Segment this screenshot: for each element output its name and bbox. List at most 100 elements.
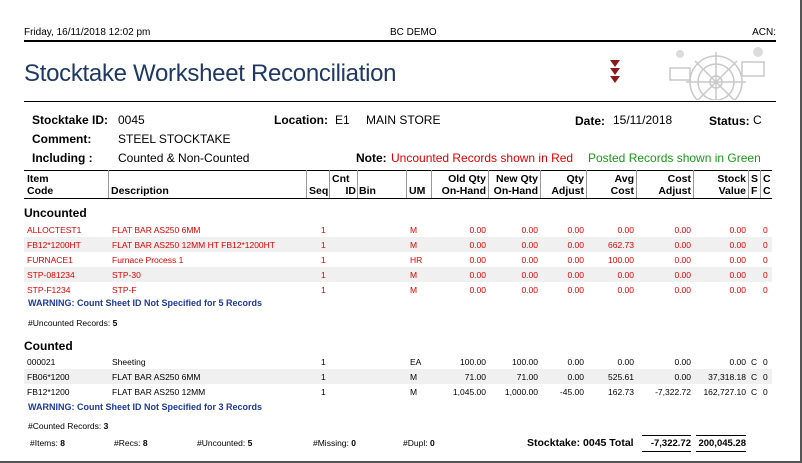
cell-code: STP-F1234 <box>27 285 71 295</box>
cell-new: 0.00 <box>521 285 538 295</box>
cell-cc: 0 <box>763 270 768 280</box>
cell-avg: 100.00 <box>608 255 634 265</box>
status-value: C <box>753 113 762 127</box>
col-divider <box>306 170 307 198</box>
cell-old: 71.00 <box>464 372 486 382</box>
cell-val: 0.00 <box>729 240 746 250</box>
table-row: STP-F1234 STP-F 1 M 0.00 0.00 0.00 0.00 0.00 0.00… <box>24 282 772 297</box>
cell-desc: STP-F <box>112 285 137 295</box>
cell-adj: 0.00 <box>567 357 584 367</box>
cell-seq: 1 <box>321 255 326 265</box>
col-header-cc: CC <box>763 173 771 197</box>
cell-old: 1,045.00 <box>452 387 486 397</box>
cell-cc: 0 <box>763 285 768 295</box>
cell-adj: 0.00 <box>567 255 584 265</box>
cell-new: 100.00 <box>512 357 538 367</box>
note-uncounted-red: Uncounted Records shown in Red <box>391 151 574 165</box>
footer-recs: #Recs: 8 <box>114 438 148 448</box>
cell-adj: 0.00 <box>567 372 584 382</box>
cell-desc: Sheeting <box>112 357 146 367</box>
col-header-old-qty: Old Qty On-Hand <box>441 173 486 197</box>
acn-label: ACN: <box>752 27 776 38</box>
cell-avg: 662.73 <box>608 240 634 250</box>
col-divider <box>108 170 109 198</box>
col-divider <box>329 170 330 198</box>
including-label: Including : <box>32 151 93 165</box>
cell-avg: 0.00 <box>617 270 634 280</box>
cell-new: 0.00 <box>521 255 538 265</box>
cell-val: 0.00 <box>729 270 746 280</box>
footer-uncounted: #Uncounted: 5 <box>197 438 253 448</box>
cell-avg: 0.00 <box>617 225 634 235</box>
cell-seq: 1 <box>321 387 326 397</box>
cell-desc: FLAT BAR AS250 6MM <box>112 372 201 382</box>
cell-seq: 1 <box>321 270 326 280</box>
table-header-bottom-rule <box>24 198 772 199</box>
note-posted-green: Posted Records shown in Green <box>588 151 761 165</box>
cell-code: STP-081234 <box>27 270 75 280</box>
note-label: Note: <box>356 151 387 165</box>
company-name: BC DEMO <box>390 27 437 38</box>
cell-code: ALLOCTEST1 <box>27 225 82 235</box>
cell-s: C <box>751 357 758 367</box>
cell-new: 0.00 <box>521 225 538 235</box>
cell-um: M <box>410 270 418 280</box>
cell-s: C <box>751 387 758 397</box>
table-row: ALLOCTEST1 FLAT BAR AS250 6MM 1 M 0.00 0.00 0.… <box>24 222 772 237</box>
table-row: STP-081234 STP-30 1 M 0.00 0.00 0.00 0.00 0.00 0.… <box>24 267 772 282</box>
cell-code: 000021 <box>27 357 56 367</box>
total-double-rule <box>696 451 746 452</box>
date-label: Date: <box>575 114 606 128</box>
location-code: E1 <box>335 113 350 127</box>
cell-val: 0.00 <box>729 285 746 295</box>
total-double-rule <box>642 451 691 452</box>
cell-code: FB12*1200HT <box>27 240 81 250</box>
cell-cadj: 0.00 <box>674 225 691 235</box>
cell-val: 162,727.10 <box>703 387 746 397</box>
cell-new: 71.00 <box>516 372 538 382</box>
cell-avg: 0.00 <box>617 357 634 367</box>
table-row: FB06*1200 FLAT BAR AS250 6MM 1 M 71.00 71.00 0… <box>24 369 772 384</box>
counted-warning: WARNING: Count Sheet ID Not Specified fo… <box>28 402 263 412</box>
cell-cadj: -7,322.72 <box>655 387 691 397</box>
cell-old: 0.00 <box>469 225 486 235</box>
cell-cadj: 0.00 <box>674 255 691 265</box>
col-header-um: UM <box>409 185 426 197</box>
total-cost-adjust: -7,322.72 <box>650 438 691 449</box>
cell-new: 0.00 <box>521 240 538 250</box>
uncounted-records-count: #Uncounted Records: 5 <box>28 318 118 328</box>
cell-adj: 0.00 <box>567 225 584 235</box>
cell-um: M <box>410 387 418 397</box>
table-header-top-rule <box>24 170 772 171</box>
report-datetime: Friday, 16/11/2018 12:02 pm <box>24 27 151 38</box>
cell-desc: FLAT BAR AS250 12MM <box>112 387 206 397</box>
col-header-avg-cost: Avg Cost <box>610 173 634 197</box>
col-header-seq: Seq <box>309 185 329 197</box>
cell-cadj: 0.00 <box>674 357 691 367</box>
cell-val: 37,318.18 <box>708 372 746 382</box>
footer-items: #Items: 8 <box>30 438 65 448</box>
col-header-bin: Bin <box>359 185 376 197</box>
cell-desc: Furnace Process 1 <box>112 255 184 265</box>
cell-avg: 162.73 <box>608 387 634 397</box>
section-title-counted: Counted <box>24 339 73 353</box>
table-row: FB12*1200HT FLAT BAR AS250 12MM HT FB12*1… <box>24 237 772 252</box>
cell-cc: 0 <box>763 225 768 235</box>
col-header-sf: SF <box>751 173 759 197</box>
cell-desc: STP-30 <box>112 270 141 280</box>
cell-old: 100.00 <box>460 357 486 367</box>
cell-um: HR <box>410 255 423 265</box>
cell-cc: 0 <box>763 387 768 397</box>
col-divider <box>748 170 749 198</box>
cell-val: 0.00 <box>729 255 746 265</box>
gear-logo-icon <box>669 47 765 100</box>
stocktake-id-label: Stocktake ID: <box>32 113 109 127</box>
location-label: Location: <box>274 113 328 127</box>
including-value: Counted & Non-Counted <box>118 151 250 165</box>
cell-cc: 0 <box>763 372 768 382</box>
cell-cadj: 0.00 <box>674 285 691 295</box>
col-divider <box>357 170 358 198</box>
cell-cadj: 0.00 <box>674 372 691 382</box>
title-divider <box>24 101 776 102</box>
chevron-arrows-icon <box>610 60 620 83</box>
